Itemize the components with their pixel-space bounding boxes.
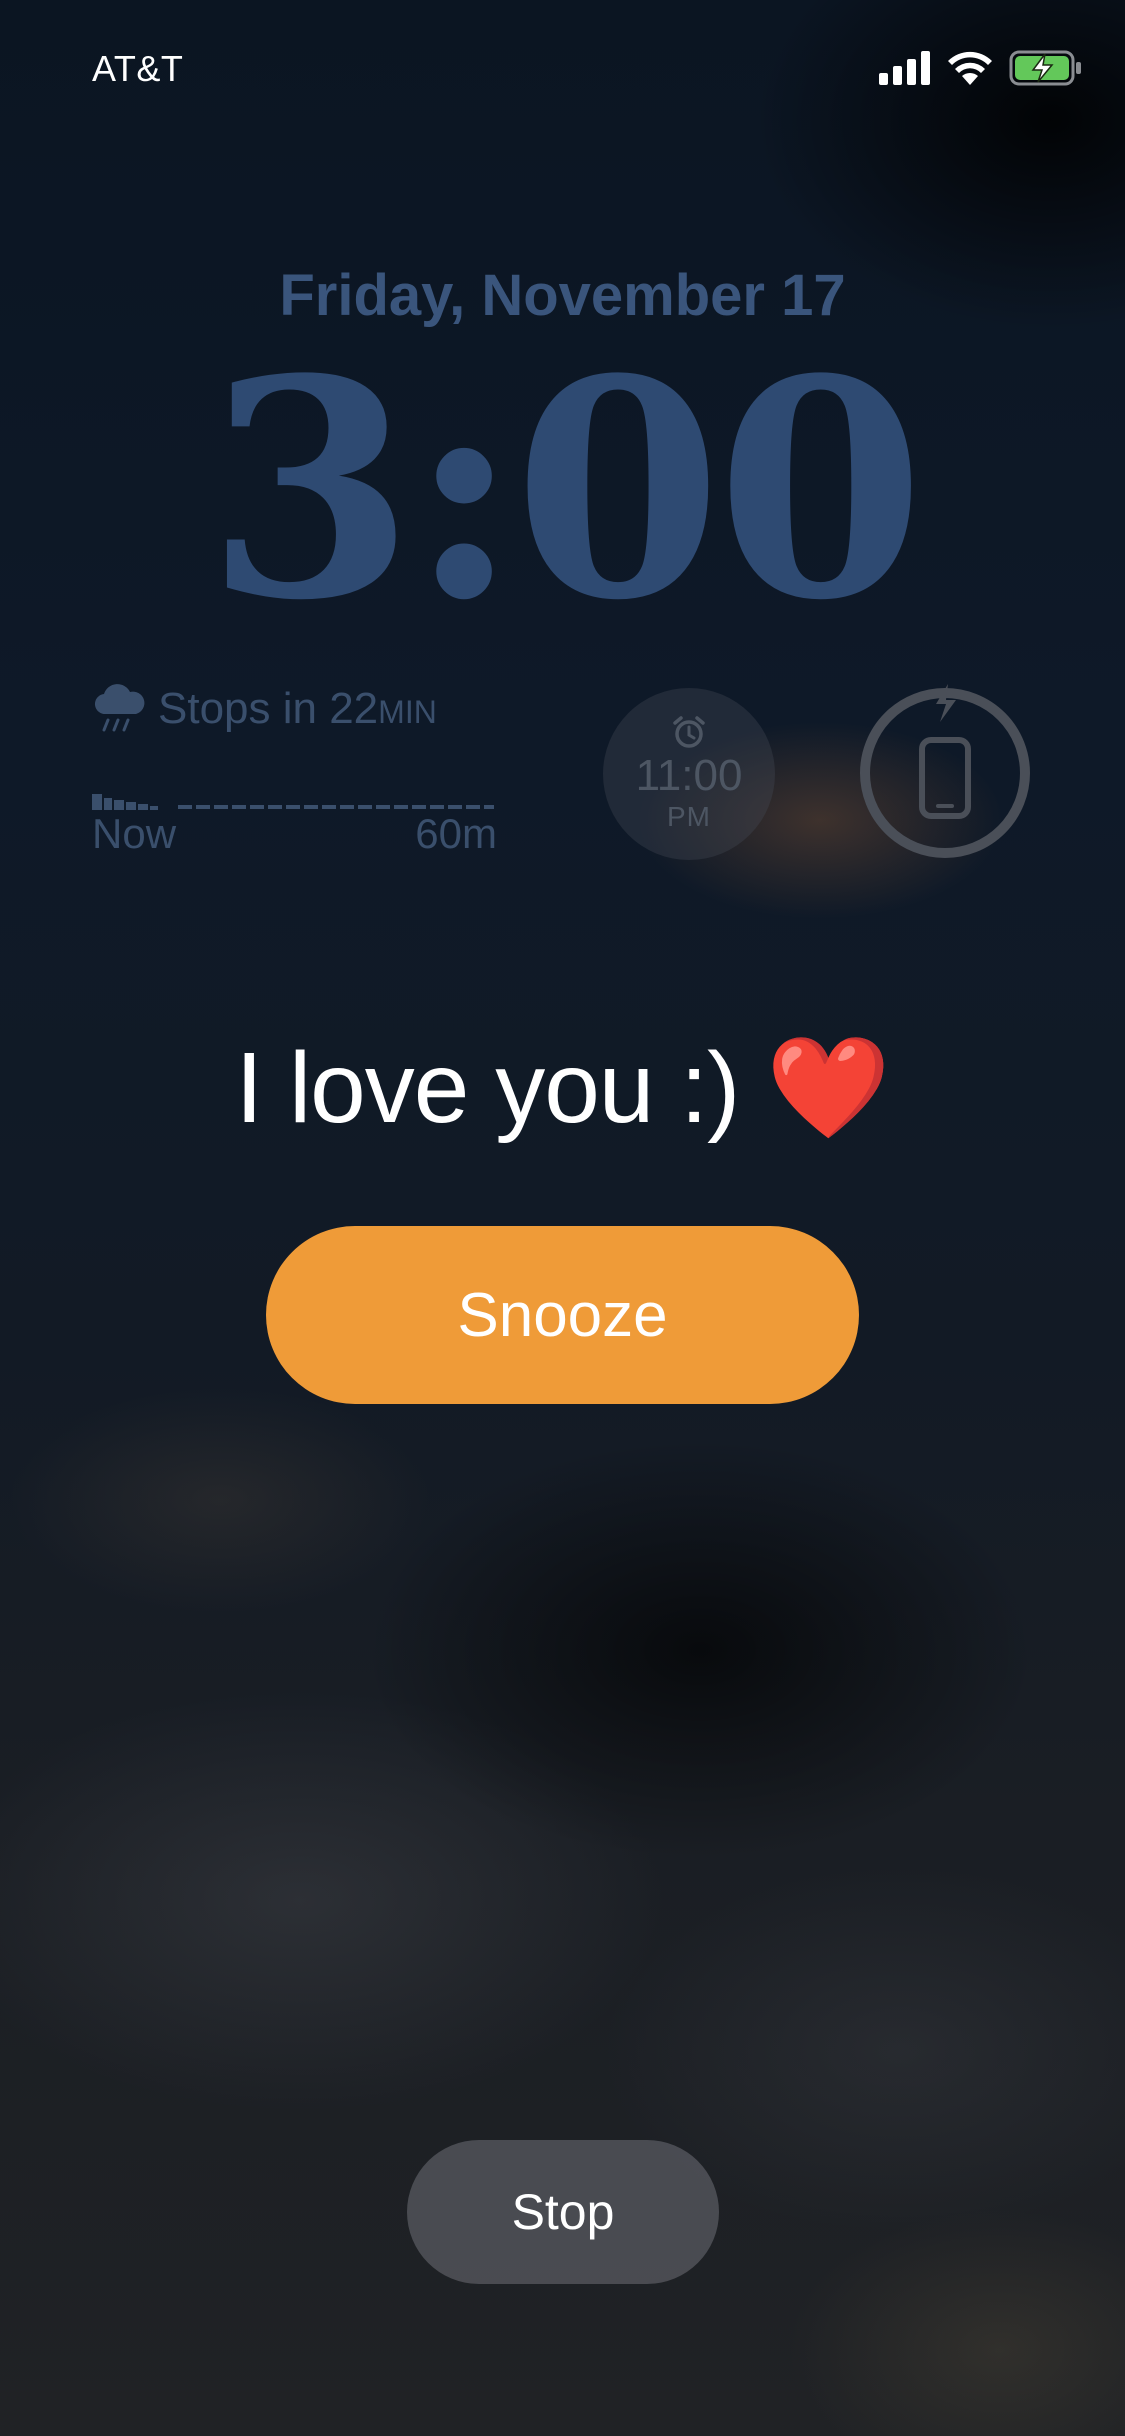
alarm-time: 11:00: [635, 751, 743, 800]
battery-widget[interactable]: [856, 684, 1034, 862]
alarm-message: I love you :) ❤️: [235, 1032, 890, 1144]
phone-charging-icon: [919, 737, 971, 819]
cellular-signal-icon: [879, 51, 930, 85]
rain-widget[interactable]: Stops in 22MIN Now 60m: [92, 684, 512, 864]
rain-status-value: Stops in 22: [158, 684, 379, 733]
carrier-label: AT&T: [92, 48, 184, 89]
rain-widget-header: Stops in 22MIN: [92, 684, 437, 734]
lock-time: 3:00: [206, 313, 925, 666]
status-icons: [879, 48, 1083, 88]
stop-button[interactable]: Stop: [407, 2140, 719, 2284]
snooze-button[interactable]: Snooze: [266, 1226, 859, 1404]
rain-status-text: Stops in 22MIN: [158, 684, 437, 734]
rain-timeline-labels: Now 60m: [92, 810, 497, 858]
rain-cloud-icon: [94, 684, 145, 732]
battery-charging-icon: [1009, 50, 1081, 86]
rain-intensity-bar: [92, 794, 494, 810]
alarm-clock-icon: [673, 716, 705, 748]
status-bar: AT&T: [0, 0, 1125, 140]
alarm-widget[interactable]: 11:00 PM: [603, 688, 775, 860]
rain-start-label: Now: [92, 810, 177, 857]
wifi-icon: [948, 51, 992, 85]
rain-status-unit: MIN: [378, 694, 437, 730]
rain-end-label: 60m: [415, 810, 497, 857]
alarm-ampm: PM: [667, 801, 711, 832]
